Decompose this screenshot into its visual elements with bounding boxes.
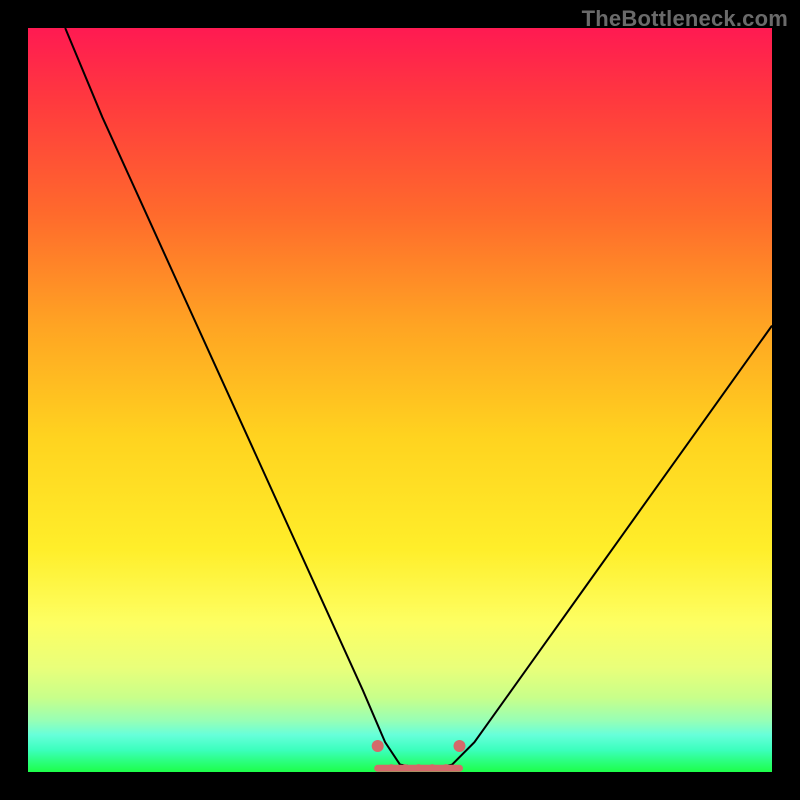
plot-area [28, 28, 772, 772]
valley-marker-dot-right [454, 740, 466, 752]
valley-marker-bump [415, 764, 421, 770]
watermark-text: TheBottleneck.com [582, 6, 788, 32]
valley-marker-bump [388, 764, 394, 770]
bottleneck-curve-path [65, 28, 772, 768]
valley-marker-dot-left [372, 740, 384, 752]
valley-marker-bump [429, 764, 435, 770]
valley-marker-bump [443, 764, 449, 770]
curve-layer [28, 28, 772, 772]
valley-marker-bump [402, 764, 408, 770]
chart-frame: TheBottleneck.com [0, 0, 800, 800]
